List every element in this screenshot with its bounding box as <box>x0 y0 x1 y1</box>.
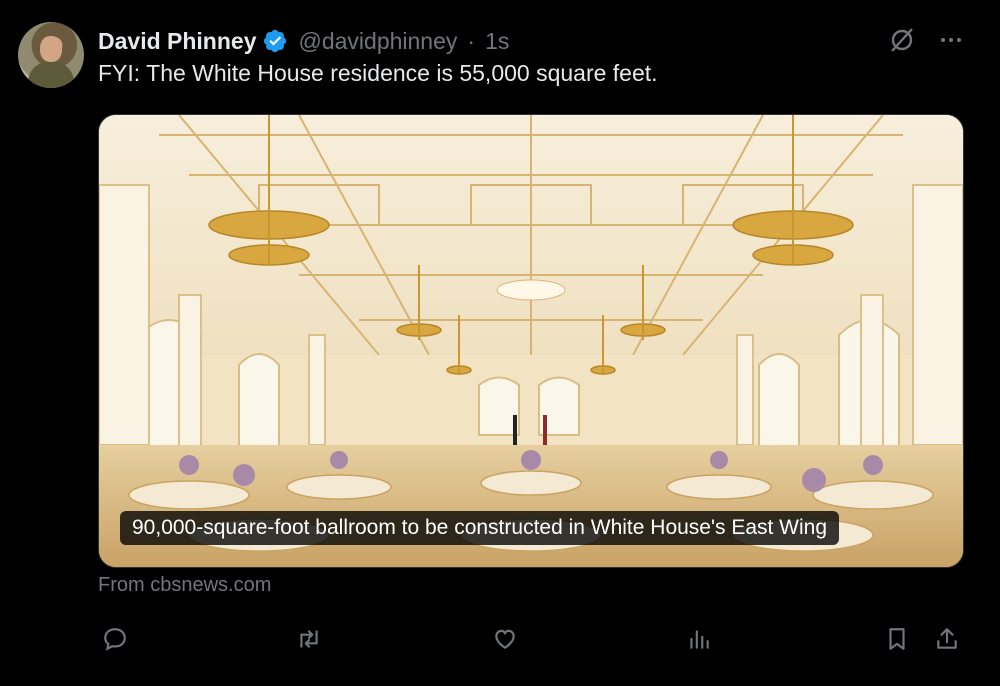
post-actions-bar <box>98 622 966 656</box>
author-name[interactable]: David Phinney <box>98 28 256 55</box>
like-button[interactable] <box>488 622 522 656</box>
ballroom-image <box>99 115 963 567</box>
avatar-face <box>40 36 62 62</box>
grok-icon[interactable] <box>888 26 916 54</box>
post-text: FYI: The White House residence is 55,000… <box>98 60 658 86</box>
link-card[interactable] <box>98 114 964 568</box>
card-source[interactable]: From cbsnews.com <box>98 574 271 597</box>
bookmark-button[interactable] <box>880 622 914 656</box>
verified-badge-icon[interactable] <box>262 28 288 54</box>
author-handle[interactable]: @davidphinney <box>298 28 457 55</box>
post-header: David Phinney @davidphinney · 1s <box>98 24 509 58</box>
repost-button[interactable] <box>292 622 326 656</box>
share-icon <box>937 628 957 649</box>
post-time[interactable]: 1s <box>485 28 509 55</box>
header-separator: · <box>467 27 476 54</box>
more-icon[interactable] <box>938 27 964 53</box>
views-button[interactable] <box>682 622 716 656</box>
card-caption: 90,000-square-foot ballroom to be constr… <box>120 511 840 545</box>
like-icon <box>495 629 515 649</box>
views-icon <box>690 630 709 649</box>
reply-button[interactable] <box>98 622 132 656</box>
author-avatar[interactable] <box>18 22 84 88</box>
repost-icon <box>300 630 318 648</box>
bookmark-icon <box>889 628 905 650</box>
reply-icon <box>104 628 126 651</box>
post-top-actions <box>888 26 964 54</box>
share-button[interactable] <box>930 622 964 656</box>
avatar-shirt <box>28 62 74 88</box>
